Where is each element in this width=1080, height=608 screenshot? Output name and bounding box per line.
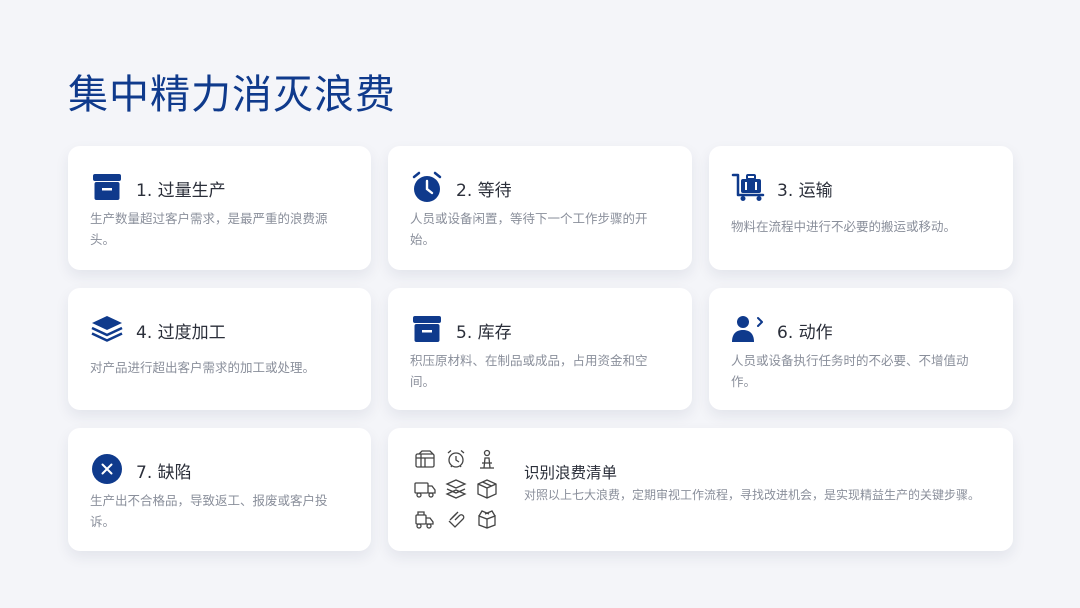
- card-description: 人员或设备闲置，等待下一个工作步骤的开始。: [410, 211, 648, 247]
- summary-title: 识别浪费清单: [524, 464, 618, 482]
- worker-icon: [476, 448, 498, 470]
- box-icon: [90, 170, 124, 204]
- stack-icon: [445, 478, 467, 500]
- truck-icon: [414, 478, 436, 500]
- alarm-clock-icon: [445, 448, 467, 470]
- hand-icon: [445, 508, 467, 530]
- waste-card-defects: 7. 缺陷 生产出不合格品，导致返工、报废或客户投诉。: [68, 428, 371, 551]
- waste-icon-grid: [414, 448, 498, 530]
- card-title: 6. 动作: [777, 323, 833, 343]
- card-title: 4. 过度加工: [136, 323, 226, 343]
- summary-card: 识别浪费清单 对照以上七大浪费，定期审视工作流程，寻找改进机会，是实现精益生产的…: [388, 428, 1013, 551]
- card-title: 2. 等待: [456, 181, 512, 201]
- card-description: 人员或设备执行任务时的不必要、不增值动作。: [731, 353, 969, 389]
- alarm-clock-icon: [410, 170, 444, 204]
- forklift-icon: [414, 508, 436, 530]
- waste-card-transport: 3. 运输 物料在流程中进行不必要的搬运或移动。: [709, 146, 1013, 270]
- card-description: 生产出不合格品，导致返工、报废或客户投诉。: [90, 493, 328, 529]
- card-title: 3. 运输: [777, 181, 833, 201]
- summary-description: 对照以上七大浪费，定期审视工作流程，寻找改进机会，是实现精益生产的关键步骤。: [524, 488, 981, 502]
- defect-x-icon: [90, 452, 124, 486]
- layers-icon: [90, 312, 124, 346]
- card-description: 对产品进行超出客户需求的加工或处理。: [90, 360, 316, 375]
- inventory-box-icon: [410, 312, 444, 346]
- open-box-icon: [476, 508, 498, 530]
- page-title: 集中精力消灭浪费: [68, 72, 396, 118]
- card-description: 积压原材料、在制品或成品，占用资金和空间。: [410, 353, 648, 389]
- card-description: 生产数量超过客户需求，是最严重的浪费源头。: [90, 211, 328, 247]
- waste-card-inventory: 5. 库存 积压原材料、在制品或成品，占用资金和空间。: [388, 288, 692, 410]
- package-icon: [476, 478, 498, 500]
- boxes-icon: [414, 448, 436, 470]
- waste-card-overprocessing: 4. 过度加工 对产品进行超出客户需求的加工或处理。: [68, 288, 371, 410]
- waste-card-waiting: 2. 等待 人员或设备闲置，等待下一个工作步骤的开始。: [388, 146, 692, 270]
- user-motion-icon: [731, 312, 765, 346]
- waste-card-overproduction: 1. 过量生产 生产数量超过客户需求，是最严重的浪费源头。: [68, 146, 371, 270]
- luggage-cart-icon: [731, 170, 765, 204]
- card-title: 7. 缺陷: [136, 463, 192, 483]
- card-title: 5. 库存: [456, 323, 512, 343]
- card-title: 1. 过量生产: [136, 181, 226, 201]
- waste-card-motion: 6. 动作 人员或设备执行任务时的不必要、不增值动作。: [709, 288, 1013, 410]
- card-description: 物料在流程中进行不必要的搬运或移动。: [731, 219, 957, 234]
